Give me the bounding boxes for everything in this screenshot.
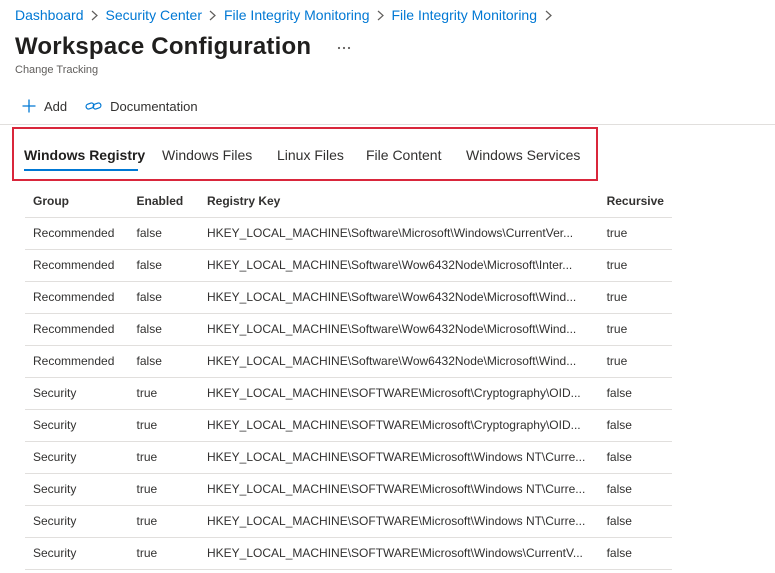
registry-key-cell: HKEY_LOCAL_MACHINE\Software\Wow6432Node\… — [198, 249, 599, 282]
column-header-recursive[interactable]: Recursive — [598, 185, 672, 218]
group-cell: Security — [25, 505, 129, 538]
group-cell: Security — [25, 537, 129, 570]
registry-table: Group Enabled Registry Key Recursive Rec… — [25, 185, 672, 570]
recursive-cell: true — [598, 249, 672, 282]
breadcrumb-security-center[interactable]: Security Center — [106, 7, 202, 23]
command-bar: Add Documentation — [22, 96, 198, 116]
link-icon — [85, 102, 102, 110]
registry-key-cell: HKEY_LOCAL_MACHINE\SOFTWARE\Microsoft\Cr… — [198, 409, 599, 442]
recursive-cell: false — [598, 537, 672, 570]
table-row[interactable]: Security true HKEY_LOCAL_MACHINE\SOFTWARE\… — [25, 473, 672, 506]
table-row[interactable]: Security true HKEY_LOCAL_MACHINE\SOFTWARE\… — [25, 505, 672, 538]
table-row[interactable]: Recommended false HKEY_LOCAL_MACHINE\Softw… — [25, 313, 672, 346]
registry-key-cell: HKEY_LOCAL_MACHINE\Software\Wow6432Node\… — [198, 281, 599, 314]
toolbar-divider — [0, 124, 775, 125]
tab-windows-registry[interactable]: Windows Registry — [24, 147, 145, 163]
enabled-cell: false — [128, 217, 199, 250]
breadcrumb-dashboard[interactable]: Dashboard — [15, 7, 84, 23]
group-cell: Recommended — [25, 249, 129, 282]
enabled-cell: false — [128, 281, 199, 314]
registry-key-cell: HKEY_LOCAL_MACHINE\SOFTWARE\Microsoft\Wi… — [198, 441, 599, 474]
column-header-registry-key[interactable]: Registry Key — [198, 185, 599, 218]
group-cell: Recommended — [25, 313, 129, 346]
page-subtitle: Change Tracking — [15, 64, 99, 76]
breadcrumb-file-integrity-monitoring[interactable]: File Integrity Monitoring — [224, 7, 370, 23]
recursive-cell: true — [598, 281, 672, 314]
page-title: Workspace Configuration — [15, 33, 312, 60]
group-cell: Security — [25, 441, 129, 474]
table-row[interactable]: Security true HKEY_LOCAL_MACHINE\SOFTWARE\… — [25, 409, 672, 442]
add-button[interactable]: Add — [22, 99, 67, 114]
table-row[interactable]: Recommended false HKEY_LOCAL_MACHINE\Softw… — [25, 281, 672, 314]
enabled-cell: true — [128, 377, 199, 410]
group-cell: Recommended — [25, 281, 129, 314]
add-button-label: Add — [44, 98, 68, 114]
group-cell: Security — [25, 409, 129, 442]
table-row[interactable]: Recommended false HKEY_LOCAL_MACHINE\Softw… — [25, 217, 672, 250]
recursive-cell: false — [598, 409, 672, 442]
table-header-row: Group Enabled Registry Key Recursive — [25, 185, 672, 218]
table-row[interactable]: Security true HKEY_LOCAL_MACHINE\SOFTWARE\… — [25, 537, 672, 570]
plus-icon — [22, 99, 36, 113]
breadcrumb-file-integrity-monitoring-2[interactable]: File Integrity Monitoring — [392, 7, 538, 23]
table-body: Recommended false HKEY_LOCAL_MACHINE\Softw… — [25, 217, 672, 570]
column-header-enabled[interactable]: Enabled — [128, 185, 199, 218]
tab-linux-files[interactable]: Linux Files — [277, 147, 344, 163]
recursive-cell: false — [598, 473, 672, 506]
more-button[interactable] — [333, 38, 355, 58]
registry-key-cell: HKEY_LOCAL_MACHINE\SOFTWARE\Microsoft\Wi… — [198, 505, 599, 538]
chevron-right-icon — [537, 6, 559, 24]
tab-file-content[interactable]: File Content — [366, 147, 441, 163]
group-cell: Recommended — [25, 345, 129, 378]
chevron-right-icon — [84, 6, 106, 24]
tab-windows-files[interactable]: Windows Files — [162, 147, 252, 163]
documentation-button[interactable]: Documentation — [85, 98, 198, 114]
title-row: Workspace Configuration — [15, 33, 355, 61]
recursive-cell: true — [598, 217, 672, 250]
enabled-cell: false — [128, 249, 199, 282]
enabled-cell: true — [128, 441, 199, 474]
table-row[interactable]: Recommended false HKEY_LOCAL_MACHINE\Softw… — [25, 345, 672, 378]
recursive-cell: true — [598, 313, 672, 346]
breadcrumb: Dashboard Security Center File Integrity… — [15, 6, 559, 24]
enabled-cell: false — [128, 345, 199, 378]
enabled-cell: true — [128, 537, 199, 570]
recursive-cell: false — [598, 441, 672, 474]
table-row[interactable]: Recommended false HKEY_LOCAL_MACHINE\Softw… — [25, 249, 672, 282]
more-icon — [338, 46, 351, 50]
tab-list: Windows Registry Windows Files Linux Fil… — [12, 127, 598, 181]
recursive-cell: false — [598, 505, 672, 538]
tab-windows-services[interactable]: Windows Services — [466, 147, 580, 163]
table-row[interactable]: Security true HKEY_LOCAL_MACHINE\SOFTWARE\… — [25, 377, 672, 410]
documentation-button-label: Documentation — [110, 98, 198, 114]
registry-key-cell: HKEY_LOCAL_MACHINE\Software\Wow6432Node\… — [198, 345, 599, 378]
registry-key-cell: HKEY_LOCAL_MACHINE\Software\Microsoft\Wi… — [198, 217, 599, 250]
active-tab-indicator — [24, 169, 138, 171]
enabled-cell: false — [128, 313, 199, 346]
registry-key-cell: HKEY_LOCAL_MACHINE\SOFTWARE\Microsoft\Cr… — [198, 377, 599, 410]
recursive-cell: false — [598, 377, 672, 410]
enabled-cell: true — [128, 505, 199, 538]
recursive-cell: true — [598, 345, 672, 378]
group-cell: Security — [25, 377, 129, 410]
chevron-right-icon — [370, 6, 392, 24]
group-cell: Recommended — [25, 217, 129, 250]
registry-key-cell: HKEY_LOCAL_MACHINE\SOFTWARE\Microsoft\Wi… — [198, 473, 599, 506]
group-cell: Security — [25, 473, 129, 506]
enabled-cell: true — [128, 409, 199, 442]
chevron-right-icon — [202, 6, 224, 24]
registry-key-cell: HKEY_LOCAL_MACHINE\Software\Wow6432Node\… — [198, 313, 599, 346]
column-header-group[interactable]: Group — [25, 185, 129, 218]
enabled-cell: true — [128, 473, 199, 506]
table-row[interactable]: Security true HKEY_LOCAL_MACHINE\SOFTWARE\… — [25, 441, 672, 474]
registry-key-cell: HKEY_LOCAL_MACHINE\SOFTWARE\Microsoft\Wi… — [198, 537, 599, 570]
